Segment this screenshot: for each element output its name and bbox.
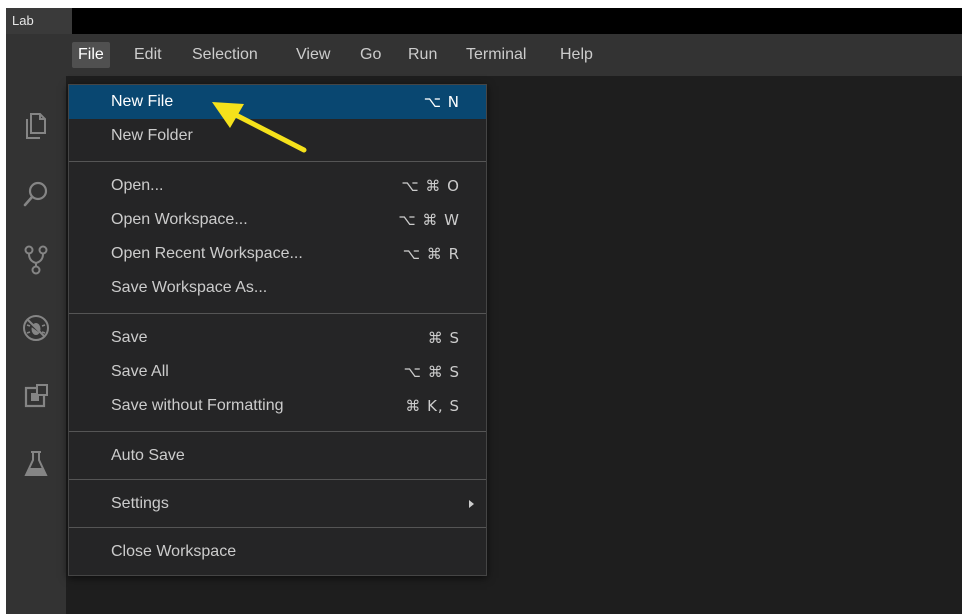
chevron-right-icon xyxy=(469,500,474,508)
menu-item-open-recent-workspace[interactable]: Open Recent Workspace... ⌥ ⌘ R xyxy=(69,237,486,271)
menu-item-label: Close Workspace xyxy=(111,543,237,560)
menu-view[interactable]: View xyxy=(290,42,336,68)
menu-item-label: Save Workspace As... xyxy=(111,279,268,296)
search-icon[interactable] xyxy=(16,174,56,214)
menu-terminal[interactable]: Terminal xyxy=(460,42,532,68)
menu-item-shortcut: ⌘ K, S xyxy=(405,397,460,415)
menu-item-label: Open Recent Workspace... xyxy=(111,245,303,262)
menu-item-label: Open... xyxy=(111,177,164,194)
menu-help[interactable]: Help xyxy=(554,42,599,68)
menu-item-open-workspace[interactable]: Open Workspace... ⌥ ⌘ W xyxy=(69,203,486,237)
activity-bar xyxy=(6,76,66,614)
menu-edit[interactable]: Edit xyxy=(128,42,168,68)
menu-item-open[interactable]: Open... ⌥ ⌘ O xyxy=(69,169,486,203)
menu-run[interactable]: Run xyxy=(402,42,443,68)
explorer-icon[interactable] xyxy=(16,106,56,146)
menu-item-label: Settings xyxy=(111,495,169,512)
menu-item-shortcut: ⌘ S xyxy=(427,329,460,347)
menu-separator xyxy=(69,161,486,162)
menu-separator xyxy=(69,527,486,528)
menu-item-label: New File xyxy=(111,93,174,110)
menu-selection[interactable]: Selection xyxy=(186,42,264,68)
menu-item-close-workspace[interactable]: Close Workspace xyxy=(69,535,486,569)
menu-go[interactable]: Go xyxy=(354,42,387,68)
menu-separator xyxy=(69,479,486,480)
menu-item-save-workspace-as[interactable]: Save Workspace As... xyxy=(69,271,486,305)
menu-file[interactable]: File xyxy=(72,42,110,68)
menu-item-label: Save xyxy=(111,329,148,346)
menu-item-save-without-formatting[interactable]: Save without Formatting ⌘ K, S xyxy=(69,389,486,423)
menu-item-shortcut: ⌥ ⌘ O xyxy=(401,177,460,195)
menu-item-shortcut: ⌥ N xyxy=(423,93,460,111)
menu-item-shortcut: ⌥ ⌘ W xyxy=(398,211,460,229)
menu-item-shortcut: ⌥ ⌘ S xyxy=(403,363,460,381)
title-bar: Lab xyxy=(6,8,962,34)
menu-item-settings[interactable]: Settings xyxy=(69,487,486,521)
menu-bar: File Edit Selection View Go Run Terminal… xyxy=(6,34,962,76)
extensions-icon[interactable] xyxy=(16,376,56,416)
debug-icon[interactable] xyxy=(16,308,56,348)
menu-item-label: New Folder xyxy=(111,127,193,144)
annotation-arrow-icon xyxy=(212,102,307,153)
window-title: Lab xyxy=(6,8,72,34)
menu-separator xyxy=(69,431,486,432)
menu-item-shortcut: ⌥ ⌘ R xyxy=(402,245,460,263)
menu-item-auto-save[interactable]: Auto Save xyxy=(69,439,486,473)
menu-item-label: Save without Formatting xyxy=(111,397,284,414)
source-control-icon[interactable] xyxy=(16,240,56,280)
app-window: Lab File Edit Selection View Go Run Term… xyxy=(6,8,962,614)
menu-item-save-all[interactable]: Save All ⌥ ⌘ S xyxy=(69,355,486,389)
menu-item-label: Auto Save xyxy=(111,447,185,464)
menu-item-label: Save All xyxy=(111,363,169,380)
menu-item-save[interactable]: Save ⌘ S xyxy=(69,321,486,355)
menu-item-label: Open Workspace... xyxy=(111,211,248,228)
testing-icon[interactable] xyxy=(16,444,56,484)
menu-separator xyxy=(69,313,486,314)
